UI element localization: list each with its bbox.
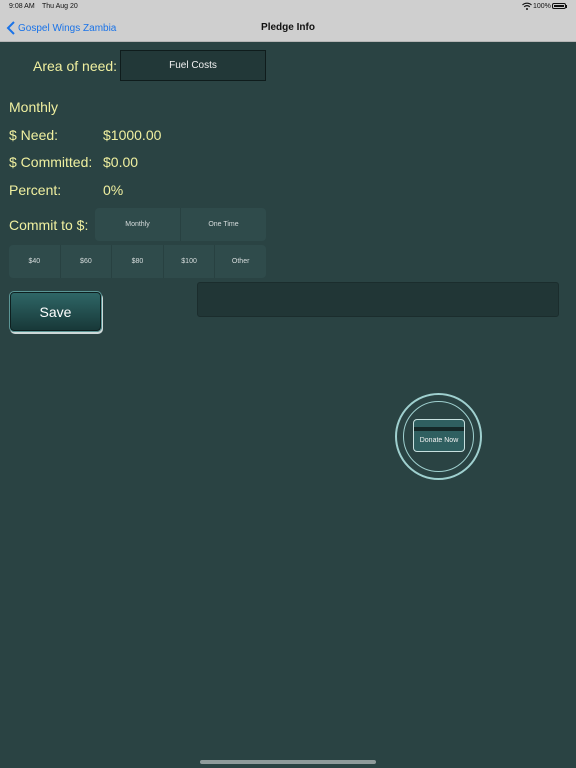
credit-card-icon: Donate Now [413, 419, 465, 452]
donate-now-button[interactable]: Donate Now [395, 393, 482, 480]
need-value: $1000.00 [103, 127, 162, 143]
percent-value: 0% [103, 182, 124, 198]
committed-label: $ Committed: [9, 154, 93, 170]
message-box [197, 282, 559, 317]
segment-amount-80[interactable]: $80 [112, 245, 164, 278]
frequency-label: Monthly [9, 99, 59, 115]
segment-amount-40[interactable]: $40 [9, 245, 61, 278]
commit-label: Commit to $: [9, 217, 89, 233]
segment-one-time[interactable]: One Time [181, 208, 266, 241]
percent-label: Percent: [9, 182, 62, 198]
status-date: Thu Aug 20 [42, 3, 78, 10]
battery-icon [552, 3, 566, 9]
area-of-need-field[interactable]: Fuel Costs [120, 50, 266, 81]
segment-monthly[interactable]: Monthly [95, 208, 181, 241]
card-stripe [414, 427, 464, 431]
committed-value: $0.00 [103, 154, 139, 170]
status-bar: 9:08 AM Thu Aug 20 100% [0, 0, 576, 14]
segment-amount-100[interactable]: $100 [164, 245, 216, 278]
navigation-bar: Gospel Wings Zambia Pledge Info [0, 14, 576, 42]
battery-percent: 100% [533, 3, 551, 10]
battery-tip [566, 5, 567, 8]
home-indicator[interactable] [200, 760, 376, 764]
save-button[interactable]: Save [9, 291, 102, 332]
donate-now-label: Donate Now [419, 437, 459, 444]
status-time: 9:08 AM [9, 3, 35, 10]
segment-amount-60[interactable]: $60 [61, 245, 113, 278]
frequency-segmented-control: Monthly One Time [95, 208, 266, 241]
amount-segmented-control: $40 $60 $80 $100 Other [9, 245, 266, 278]
segment-amount-other[interactable]: Other [215, 245, 266, 278]
need-label: $ Need: [9, 127, 59, 143]
wifi-icon [522, 2, 532, 10]
page-title: Pledge Info [261, 22, 315, 33]
area-of-need-label: Area of need: [33, 58, 118, 74]
